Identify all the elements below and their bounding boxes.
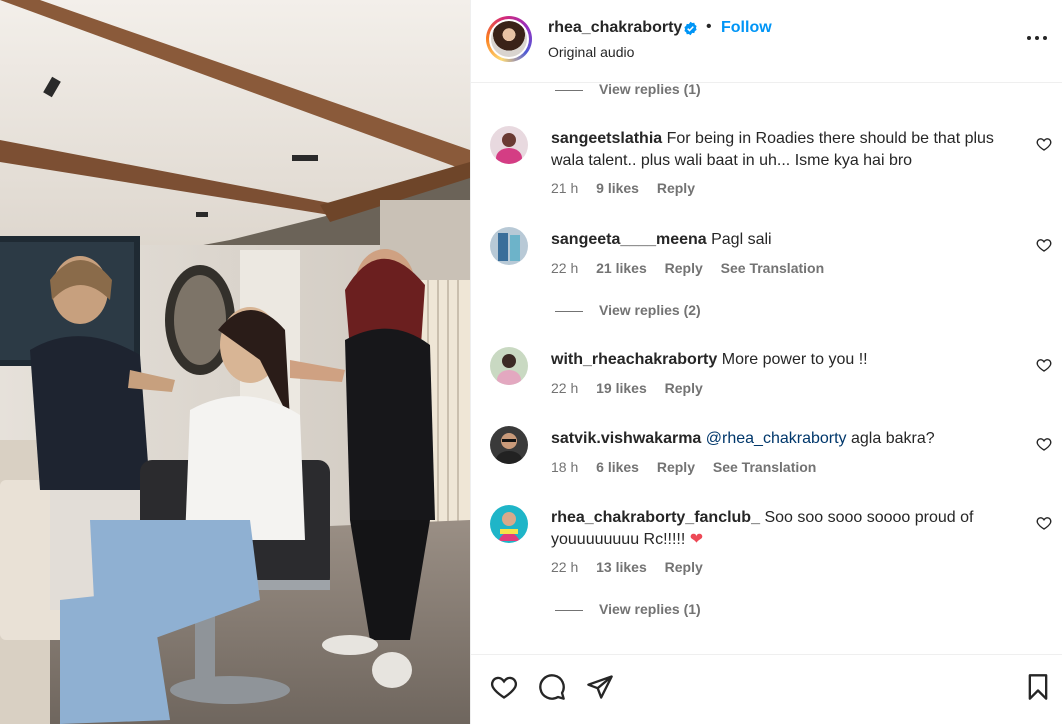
video-still-image — [0, 0, 470, 724]
reel-video-frame[interactable] — [0, 0, 470, 724]
comment-meta: 21 h 9 likes Reply — [551, 180, 709, 196]
heart-icon[interactable] — [490, 673, 518, 701]
header-separator: • — [706, 18, 712, 35]
comment-likes[interactable]: 6 likes — [596, 459, 639, 475]
header-username[interactable]: rhea_chakraborty — [548, 19, 682, 37]
post-header: rhea_chakraborty • Follow Original audio — [471, 0, 1062, 83]
comments-list[interactable]: View replies (1) sangeetslathia For bein… — [471, 83, 1062, 654]
view-replies-button[interactable]: View replies (1) — [555, 83, 701, 97]
comment-meta: 22 h 21 likes Reply See Translation — [551, 260, 838, 276]
comment-time[interactable]: 21 h — [551, 180, 578, 196]
comment-like-heart-icon[interactable] — [1036, 237, 1052, 253]
red-heart-emoji: ❤ — [689, 531, 704, 548]
avatar[interactable] — [490, 126, 528, 164]
comment-body: with_rheachakraborty More power to you !… — [551, 349, 1031, 371]
audio-label[interactable]: Original audio — [548, 44, 634, 60]
comment-body: satvik.vishwakarma @rhea_chakraborty agl… — [551, 428, 1031, 450]
verified-badge-icon — [684, 21, 697, 36]
comment-mention-link[interactable]: @rhea_chakraborty — [706, 430, 847, 447]
bookmark-icon[interactable] — [1024, 673, 1052, 701]
comment-body: rhea_chakraborty_fanclub_ Soo soo sooo s… — [551, 507, 1031, 551]
see-translation-button[interactable]: See Translation — [713, 459, 816, 475]
comment-text: More power to you !! — [721, 351, 868, 368]
comment-username[interactable]: rhea_chakraborty_fanclub_ — [551, 509, 760, 526]
comment-likes[interactable]: 21 likes — [596, 260, 647, 276]
comment-time[interactable]: 22 h — [551, 559, 578, 575]
comment-likes[interactable]: 9 likes — [596, 180, 639, 196]
comment-like-heart-icon[interactable] — [1036, 515, 1052, 531]
reply-button[interactable]: Reply — [665, 260, 703, 276]
comment-meta: 18 h 6 likes Reply See Translation — [551, 459, 830, 475]
comment-like-heart-icon[interactable] — [1036, 357, 1052, 373]
reply-button[interactable]: Reply — [665, 559, 703, 575]
post-actions-bar — [471, 654, 1062, 724]
comment-time[interactable]: 18 h — [551, 459, 578, 475]
post-side-panel: rhea_chakraborty • Follow Original audio… — [470, 0, 1062, 724]
view-replies-button[interactable]: View replies (1) — [555, 601, 701, 617]
comment-username[interactable]: sangeeta____meena — [551, 231, 707, 248]
profile-picture — [491, 21, 527, 57]
comment-likes[interactable]: 19 likes — [596, 380, 647, 396]
avatar[interactable] — [490, 347, 528, 385]
comment-username[interactable]: sangeetslathia — [551, 130, 662, 147]
comment-like-heart-icon[interactable] — [1036, 436, 1052, 452]
comment-meta: 22 h 13 likes Reply — [551, 559, 717, 575]
reply-button[interactable]: Reply — [657, 459, 695, 475]
comment-username[interactable]: with_rheachakraborty — [551, 351, 717, 368]
comment-like-heart-icon[interactable] — [1036, 136, 1052, 152]
comment-text: agla bakra? — [851, 430, 935, 447]
comment-time[interactable]: 22 h — [551, 260, 578, 276]
divider — [555, 609, 583, 611]
avatar[interactable] — [490, 426, 528, 464]
reply-button[interactable]: Reply — [665, 380, 703, 396]
follow-button[interactable]: Follow — [721, 19, 772, 37]
divider — [555, 89, 583, 91]
comment-likes[interactable]: 13 likes — [596, 559, 647, 575]
comment-meta: 22 h 19 likes Reply — [551, 380, 717, 396]
comment-username[interactable]: satvik.vishwakarma — [551, 430, 701, 447]
comment-icon[interactable] — [538, 673, 566, 701]
avatar[interactable] — [490, 227, 528, 265]
comment-body: sangeetslathia For being in Roadies ther… — [551, 128, 1031, 172]
share-icon[interactable] — [586, 673, 614, 701]
comment-text: Pagl sali — [711, 231, 772, 248]
comment-time[interactable]: 22 h — [551, 380, 578, 396]
avatar[interactable] — [486, 16, 532, 62]
avatar[interactable] — [490, 505, 528, 543]
comment-body: sangeeta____meena Pagl sali — [551, 229, 1031, 251]
divider — [555, 310, 583, 312]
see-translation-button[interactable]: See Translation — [721, 260, 824, 276]
more-options-icon[interactable] — [1027, 36, 1047, 42]
view-replies-button[interactable]: View replies (2) — [555, 302, 701, 318]
reply-button[interactable]: Reply — [657, 180, 695, 196]
